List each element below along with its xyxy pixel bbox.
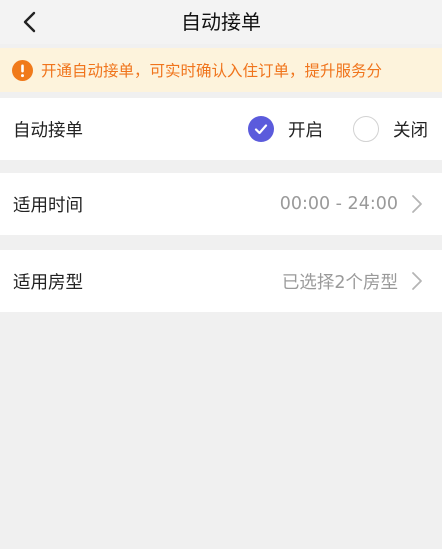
radio-checked-icon[interactable] [248, 116, 274, 142]
room-setting-row[interactable]: 适用房型 已选择2个房型 [0, 250, 442, 312]
radio-option-on-label: 开启 [288, 120, 323, 141]
radio-option-off[interactable]: 关闭 [353, 116, 428, 142]
page-title: 自动接单 [181, 10, 261, 34]
back-button[interactable] [14, 8, 46, 36]
room-setting-label: 适用房型 [13, 272, 83, 293]
notice-banner: 开通自动接单，可实时确认入住订单，提升服务分 [0, 48, 442, 92]
time-setting-value: 00:00 - 24:00 [279, 194, 398, 214]
auto-accept-label: 自动接单 [13, 120, 83, 141]
auto-accept-row: 自动接单 开启 关闭 [0, 98, 442, 160]
notice-text: 开通自动接单，可实时确认入住订单，提升服务分 [41, 62, 383, 80]
room-setting-value: 已选择2个房型 [281, 272, 398, 293]
time-setting-label: 适用时间 [13, 195, 83, 216]
radio-option-on[interactable]: 开启 [248, 116, 323, 142]
time-setting-row[interactable]: 适用时间 00:00 - 24:00 [0, 173, 442, 235]
auto-accept-radio-group: 开启 关闭 [248, 98, 442, 160]
chevron-right-icon [410, 270, 424, 292]
info-icon [12, 59, 33, 81]
chevron-right-icon [410, 193, 424, 215]
nav-bar: 自动接单 [0, 0, 442, 44]
chevron-left-icon [23, 11, 36, 33]
radio-unchecked-icon[interactable] [353, 116, 379, 142]
radio-option-off-label: 关闭 [393, 120, 428, 141]
